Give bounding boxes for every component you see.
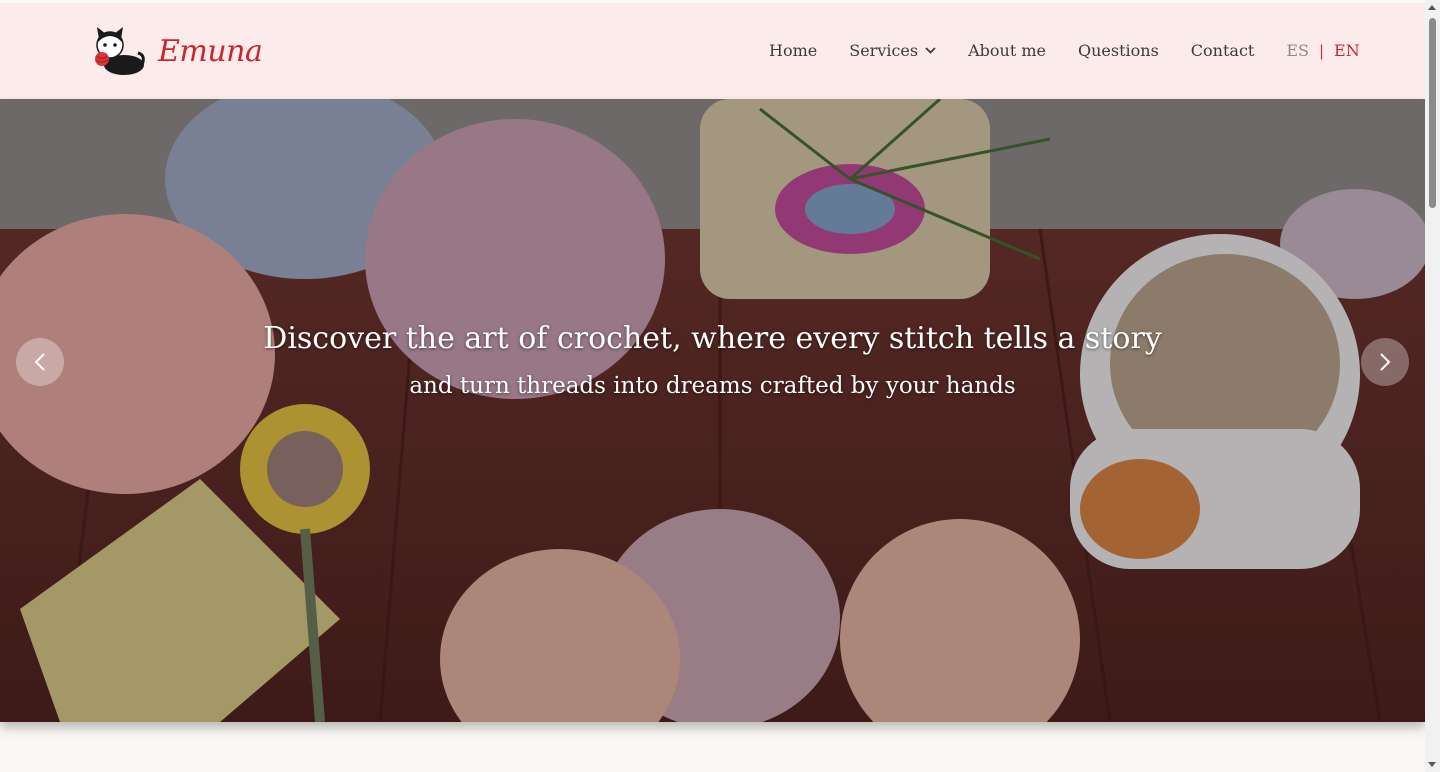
hero-subheadline: and turn threads into dreams crafted by … — [409, 373, 1016, 399]
lang-es-link[interactable]: ES — [1286, 41, 1309, 60]
page: Emuna Home Services About me Questions C… — [0, 0, 1425, 772]
carousel-next-button[interactable] — [1361, 338, 1409, 386]
nav-contact[interactable]: Contact — [1191, 41, 1255, 60]
nav-home[interactable]: Home — [769, 41, 817, 60]
nav-questions[interactable]: Questions — [1078, 41, 1159, 60]
language-switcher: ES | EN — [1286, 41, 1359, 60]
cat-logo-icon — [95, 27, 145, 75]
scroll-thumb[interactable] — [1429, 18, 1436, 208]
hero-overlay — [0, 99, 1425, 722]
brand-name: Emuna — [158, 33, 263, 69]
carousel-prev-button[interactable] — [16, 338, 64, 386]
chevron-left-icon — [34, 353, 45, 371]
page-scrollbar[interactable] — [1425, 0, 1440, 772]
hero-headline: Discover the art of crochet, where every… — [263, 321, 1162, 356]
chevron-right-icon — [1380, 353, 1391, 371]
nav-services[interactable]: Services — [849, 41, 936, 60]
lang-separator: | — [1318, 41, 1325, 60]
hero-carousel: Discover the art of crochet, where every… — [0, 99, 1425, 722]
nav-about[interactable]: About me — [968, 41, 1046, 60]
scroll-down-arrow-icon[interactable] — [1428, 762, 1436, 767]
logo-link[interactable]: Emuna — [88, 25, 263, 77]
scroll-up-arrow-icon[interactable] — [1428, 5, 1436, 10]
main-nav: Home Services About me Questions Contact… — [769, 41, 1360, 60]
lang-en-link[interactable]: EN — [1334, 41, 1360, 60]
chevron-down-icon — [925, 47, 936, 54]
nav-services-label: Services — [849, 41, 919, 60]
site-header: Emuna Home Services About me Questions C… — [0, 3, 1425, 99]
